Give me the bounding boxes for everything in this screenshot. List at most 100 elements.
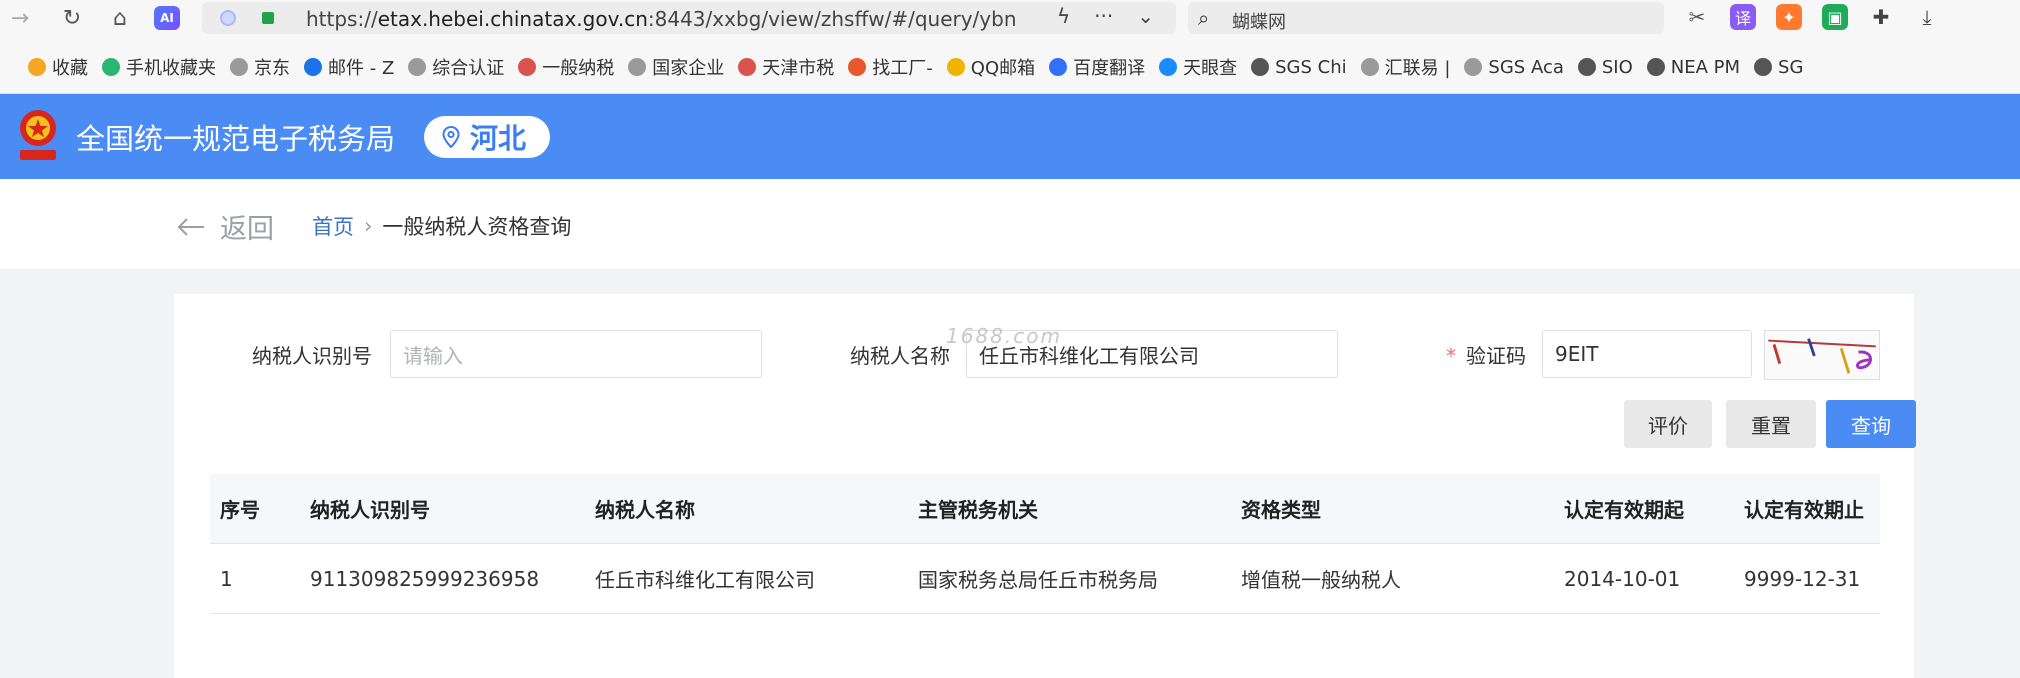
search-query[interactable]: 蝴蝶网 — [1232, 8, 1286, 34]
watermark: 1688.com — [946, 324, 1062, 348]
captcha-image[interactable] — [1764, 330, 1880, 380]
query-panel: 纳税人识别号 请输入 纳税人名称 任丘市科维化工有限公司 1688.com * 验… — [174, 294, 1916, 678]
taxpayer-name-label: 纳税人名称 — [850, 344, 950, 368]
cell-qualification-type: 增值税一般纳税人 — [1241, 568, 1401, 592]
search-icon: ⌕ — [1198, 6, 1210, 30]
url-text[interactable]: https://etax.hebei.chinatax.gov.cn:8443/… — [306, 7, 1026, 31]
bookmark-label: 邮件 - Z — [328, 58, 395, 79]
bookmark-label: 收藏 — [52, 58, 88, 79]
required-marker: * — [1446, 344, 1456, 368]
cell-taxpayer-name: 任丘市科维化工有限公司 — [595, 568, 815, 592]
star-icon — [28, 58, 46, 76]
download-icon[interactable]: ⤓ — [1914, 4, 1940, 30]
bookmark-label: 汇联易 | — [1384, 58, 1451, 79]
bookmark-favicon-icon — [738, 58, 757, 76]
url-host: etax.hebei.chinatax.gov.cn — [377, 7, 648, 31]
home-icon[interactable]: ⌂ — [106, 4, 134, 32]
bookmark-label: 综合认证 — [432, 58, 505, 79]
bookmark-item[interactable]: 邮件 - Z — [304, 54, 394, 80]
bookmark-item[interactable]: 手机收藏夹 — [102, 54, 216, 80]
query-button[interactable]: 查询 — [1826, 400, 1916, 448]
province-label: 河北 — [470, 122, 527, 155]
more-icon[interactable]: ··· — [1094, 4, 1113, 28]
cell-taxpayer-id: 911309825999236958 — [310, 566, 540, 591]
bookmark-favicon-icon — [1577, 58, 1596, 76]
breadcrumb-home[interactable]: 首页 — [312, 211, 354, 241]
captcha-input[interactable]: 9EIT — [1542, 330, 1752, 378]
captcha-label: 验证码 — [1466, 344, 1526, 368]
column-header-index: 序号 — [220, 498, 260, 522]
bookmark-item[interactable]: 收藏 — [28, 54, 88, 80]
breadcrumb: 首页 › 一般纳税人资格查询 — [312, 211, 571, 241]
scissors-icon[interactable]: ✂ — [1684, 4, 1710, 30]
bookmark-favicon-icon — [848, 58, 867, 76]
url-prefix: https:// — [306, 7, 378, 31]
bookmark-item[interactable]: 百度翻译 — [1049, 54, 1145, 80]
reload-icon[interactable]: ↻ — [58, 4, 86, 32]
bookmark-item[interactable]: QQ邮箱 — [946, 54, 1035, 80]
taxpayer-id-input[interactable]: 请输入 — [390, 330, 762, 378]
translate-icon[interactable]: 译 — [1730, 4, 1756, 30]
bookmark-item[interactable]: 找工厂- — [848, 54, 933, 80]
tax-emblem-icon — [20, 110, 56, 160]
bookmark-label: SGS Aca — [1488, 56, 1564, 78]
shield-icon — [220, 10, 236, 26]
bookmark-favicon-icon — [1464, 58, 1483, 76]
bookmark-favicon-icon — [1360, 58, 1379, 76]
bookmark-label: 找工厂- — [872, 58, 933, 79]
back-button[interactable]: 返回 — [176, 207, 274, 246]
bookmark-item[interactable]: 京东 — [230, 54, 290, 80]
bookmark-favicon-icon — [1159, 58, 1178, 76]
cell-valid-to: 9999-12-31 — [1744, 566, 1861, 591]
game-icon[interactable]: ✦ — [1776, 4, 1802, 30]
chat-icon[interactable]: ▣ — [1822, 4, 1848, 30]
back-arrow-icon — [177, 217, 204, 236]
breadcrumb-separator: › — [364, 214, 373, 238]
url-path: :8443/xxbg/view/zhsffw/#/query/ybn — [647, 7, 1017, 31]
result-table: 序号 纳税人识别号 纳税人名称 主管税务机关 资格类型 认定有效期起 认定有效期… — [210, 474, 1880, 614]
bookmark-item[interactable]: SGS Chi — [1251, 54, 1347, 80]
bookmark-favicon-icon — [518, 58, 537, 76]
reset-button[interactable]: 重置 — [1726, 400, 1816, 448]
bookmark-item[interactable]: SG — [1754, 54, 1803, 80]
breadcrumb-bar: 返回 首页 › 一般纳税人资格查询 — [0, 179, 2020, 269]
chevron-down-icon[interactable]: ⌄ — [1137, 4, 1154, 28]
search-box[interactable]: ⌕ 蝴蝶网 — [1188, 2, 1664, 34]
bookmark-item[interactable]: 一般纳税 — [518, 54, 614, 80]
bookmark-label: 天眼查 — [1183, 58, 1238, 79]
bookmark-favicon-icon — [102, 58, 120, 76]
table-header-row: 序号 纳税人识别号 纳税人名称 主管税务机关 资格类型 认定有效期起 认定有效期… — [210, 474, 1880, 544]
ai-assistant-icon[interactable]: AI — [154, 6, 180, 30]
bookmark-item[interactable]: NEA PM — [1646, 54, 1740, 80]
bookmark-label: SG — [1778, 56, 1804, 78]
province-selector[interactable]: 河北 — [424, 116, 551, 158]
bookmark-favicon-icon — [1251, 58, 1270, 76]
cell-index: 1 — [220, 566, 233, 591]
bookmark-label: 国家企业 — [652, 58, 725, 79]
bookmark-favicon-icon — [628, 58, 647, 76]
extensions-puzzle-icon[interactable]: ✚ — [1868, 4, 1894, 30]
back-label: 返回 — [220, 214, 274, 245]
bookmark-item[interactable]: 汇联易 | — [1360, 54, 1451, 80]
bookmark-label: 京东 — [254, 58, 290, 79]
bookmark-item[interactable]: 天津市税 — [738, 54, 834, 80]
bookmark-item[interactable]: 天眼查 — [1159, 54, 1237, 80]
url-bar[interactable]: https://etax.hebei.chinatax.gov.cn:8443/… — [202, 2, 1176, 34]
bookmark-item[interactable]: 综合认证 — [408, 54, 504, 80]
bookmark-item[interactable]: SIO — [1577, 54, 1633, 80]
forward-arrow-icon[interactable]: → — [6, 4, 34, 32]
bookmark-favicon-icon — [304, 58, 322, 76]
bookmark-item[interactable]: 国家企业 — [628, 54, 724, 80]
bookmark-favicon-icon — [1754, 58, 1773, 76]
cell-valid-from: 2014-10-01 — [1564, 566, 1681, 591]
site-header: 全国统一规范电子税务局 河北 — [0, 94, 2020, 179]
evaluate-button[interactable]: 评价 — [1624, 400, 1712, 448]
column-header-qualification-type: 资格类型 — [1241, 498, 1321, 522]
table-row[interactable]: 1 911309825999236958 任丘市科维化工有限公司 国家税务总局任… — [210, 544, 1880, 614]
bookmark-label: 手机收藏夹 — [126, 58, 216, 79]
taxpayer-id-label: 纳税人识别号 — [252, 344, 372, 368]
bookmark-favicon-icon — [1049, 58, 1068, 76]
bookmark-item[interactable]: SGS Aca — [1464, 54, 1564, 80]
lightning-icon[interactable]: ϟ — [1057, 4, 1070, 28]
bookmark-label: SIO — [1601, 56, 1633, 78]
